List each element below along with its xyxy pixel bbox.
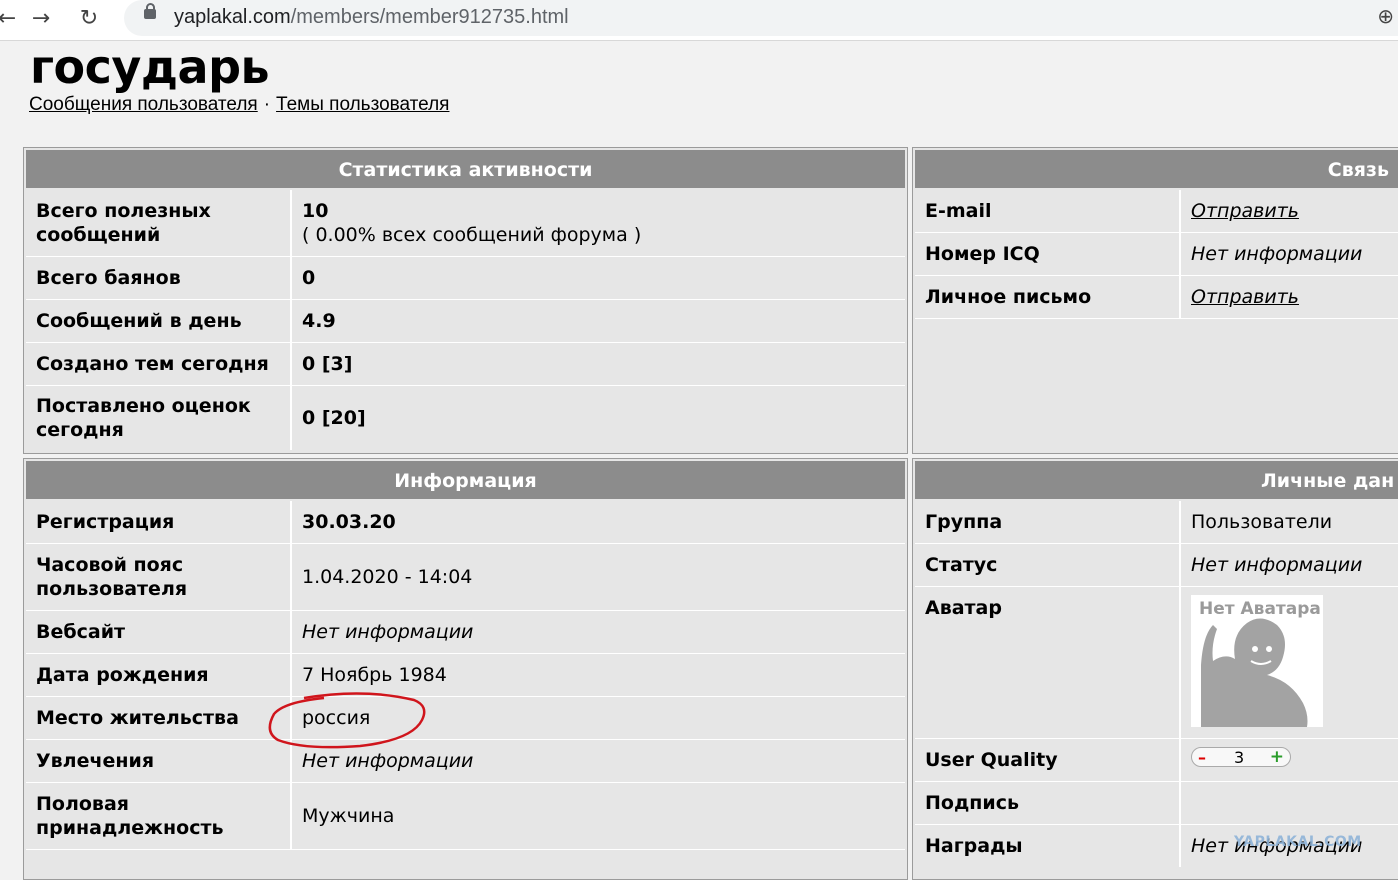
table-row: Дата рождения 7 Ноябрь 1984 — [26, 654, 905, 697]
avatar: Нет Аватара — [1191, 595, 1323, 727]
info-label: Дата рождения — [26, 654, 292, 696]
reload-icon[interactable]: ↻ — [74, 4, 104, 34]
personal-label: Награды — [915, 825, 1181, 867]
user-posts-link[interactable]: Сообщения пользователя — [29, 94, 258, 115]
table-row: E-mail Отправить — [915, 190, 1398, 233]
table-row: Регистрация 30.03.20 — [26, 501, 905, 544]
table-row: Сообщений в день 4.9 — [26, 300, 905, 343]
table-row: Всего полезных сообщений 10 ( 0.00% всех… — [26, 190, 905, 257]
table-row: Часовой пояс пользователя 1.04.2020 - 14… — [26, 544, 905, 611]
pm-send-link[interactable]: Отправить — [1181, 276, 1398, 318]
browser-toolbar: ← → ↻ yaplakal.com/members/member912735.… — [0, 0, 1398, 41]
personal-label: User Quality — [915, 739, 1181, 781]
info-label: Регистрация — [26, 501, 292, 543]
vote-up-button[interactable]: + — [1270, 745, 1284, 769]
user-topics-link[interactable]: Темы пользователя — [276, 94, 449, 115]
personal-header: Личные дан — [915, 461, 1398, 499]
annotation-circle — [268, 692, 426, 749]
url-host: yaplakal.com — [174, 6, 291, 28]
avatar-cell: Нет Аватара — [1181, 587, 1398, 738]
stats-value-sub: ( 0.00% всех сообщений форума ) — [302, 224, 642, 246]
info-label: Часовой пояс пользователя — [26, 544, 292, 610]
personal-label: Группа — [915, 501, 1181, 543]
user-quality-cell: – 3 + — [1181, 739, 1398, 781]
table-row: Половая принадлежность Мужчина — [26, 783, 905, 850]
personal-value: Пользователи — [1191, 511, 1333, 533]
stats-value-main: 10 — [302, 200, 329, 222]
contact-label: Номер ICQ — [915, 233, 1181, 275]
info-panel: Информация Регистрация 30.03.20 Часовой … — [23, 458, 908, 880]
info-header: Информация — [26, 461, 905, 499]
table-row: Всего баянов 0 — [26, 257, 905, 300]
user-quality-widget: – 3 + — [1191, 747, 1291, 767]
page-title: государь — [30, 40, 270, 94]
table-row: Создано тем сегодня 0 [3] — [26, 343, 905, 386]
table-row: Номер ICQ Нет информации — [915, 233, 1398, 276]
stats-label: Поставлено оценок сегодня — [26, 386, 292, 450]
info-value: 30.03.20 — [302, 511, 396, 533]
table-row: Личное письмо Отправить — [915, 276, 1398, 319]
stats-value: 10 ( 0.00% всех сообщений форума ) — [292, 190, 905, 256]
table-row: Группа Пользователи — [915, 501, 1398, 544]
info-value: Нет информации — [302, 621, 474, 643]
url-text: yaplakal.com/members/member912735.html — [174, 6, 569, 29]
table-row: Аватар Нет Аватара — [915, 587, 1398, 739]
personal-panel: Личные дан Группа Пользователи Статус Не… — [912, 458, 1398, 880]
stats-value: 0 [3] — [302, 353, 353, 375]
info-label: Место жительства — [26, 697, 292, 739]
stats-value: 0 — [302, 267, 316, 289]
info-value: 1.04.2020 - 14:04 — [302, 566, 473, 588]
personal-value: Нет информации — [1191, 554, 1363, 576]
table-row: Статус Нет информации — [915, 544, 1398, 587]
zoom-icon[interactable]: ⊕ — [1377, 4, 1394, 28]
avatar-placeholder-text: Нет Аватара — [1199, 599, 1321, 619]
watermark: YAPLAKAL.COM — [1234, 834, 1362, 850]
contact-label: E-mail — [915, 190, 1181, 232]
personal-label: Аватар — [915, 587, 1181, 738]
vote-down-button[interactable]: – — [1198, 746, 1206, 770]
link-separator: · — [263, 94, 271, 115]
user-links: Сообщения пользователя · Темы пользователя — [29, 94, 449, 116]
email-send-link[interactable]: Отправить — [1181, 190, 1398, 232]
table-row: Место жительства россия — [26, 697, 905, 740]
table-row: User Quality – 3 + — [915, 739, 1398, 782]
lock-icon — [144, 3, 156, 19]
stats-panel: Статистика активности Всего полезных соо… — [23, 147, 908, 454]
table-row: Вебсайт Нет информации — [26, 611, 905, 654]
stats-label: Всего полезных сообщений — [26, 190, 292, 256]
url-path: /members/member912735.html — [290, 6, 569, 28]
contact-header: Связь — [915, 150, 1398, 188]
info-label: Увлечения — [26, 740, 292, 782]
stats-label: Всего баянов — [26, 257, 292, 299]
personal-label: Подпись — [915, 782, 1181, 824]
stats-value: 4.9 — [302, 310, 336, 332]
table-row: Подпись — [915, 782, 1398, 825]
user-quality-value: 3 — [1234, 748, 1245, 767]
table-row: Увлечения Нет информации — [26, 740, 905, 783]
contact-panel: Связь E-mail Отправить Номер ICQ Нет инф… — [912, 147, 1398, 454]
personal-value — [1181, 782, 1398, 824]
forward-icon[interactable]: → — [26, 4, 56, 34]
contact-value: Нет информации — [1191, 243, 1363, 265]
address-bar[interactable]: yaplakal.com/members/member912735.html ⊕ — [124, 0, 1398, 36]
stats-label: Сообщений в день — [26, 300, 292, 342]
personal-label: Статус — [915, 544, 1181, 586]
info-value: Мужчина — [302, 805, 395, 827]
stats-label: Создано тем сегодня — [26, 343, 292, 385]
info-label: Вебсайт — [26, 611, 292, 653]
stats-value: 0 [20] — [302, 407, 366, 429]
info-label: Половая принадлежность — [26, 783, 292, 849]
back-icon[interactable]: ← — [0, 4, 22, 34]
contact-label: Личное письмо — [915, 276, 1181, 318]
stats-header: Статистика активности — [26, 150, 905, 188]
table-row: Поставлено оценок сегодня 0 [20] — [26, 386, 905, 450]
